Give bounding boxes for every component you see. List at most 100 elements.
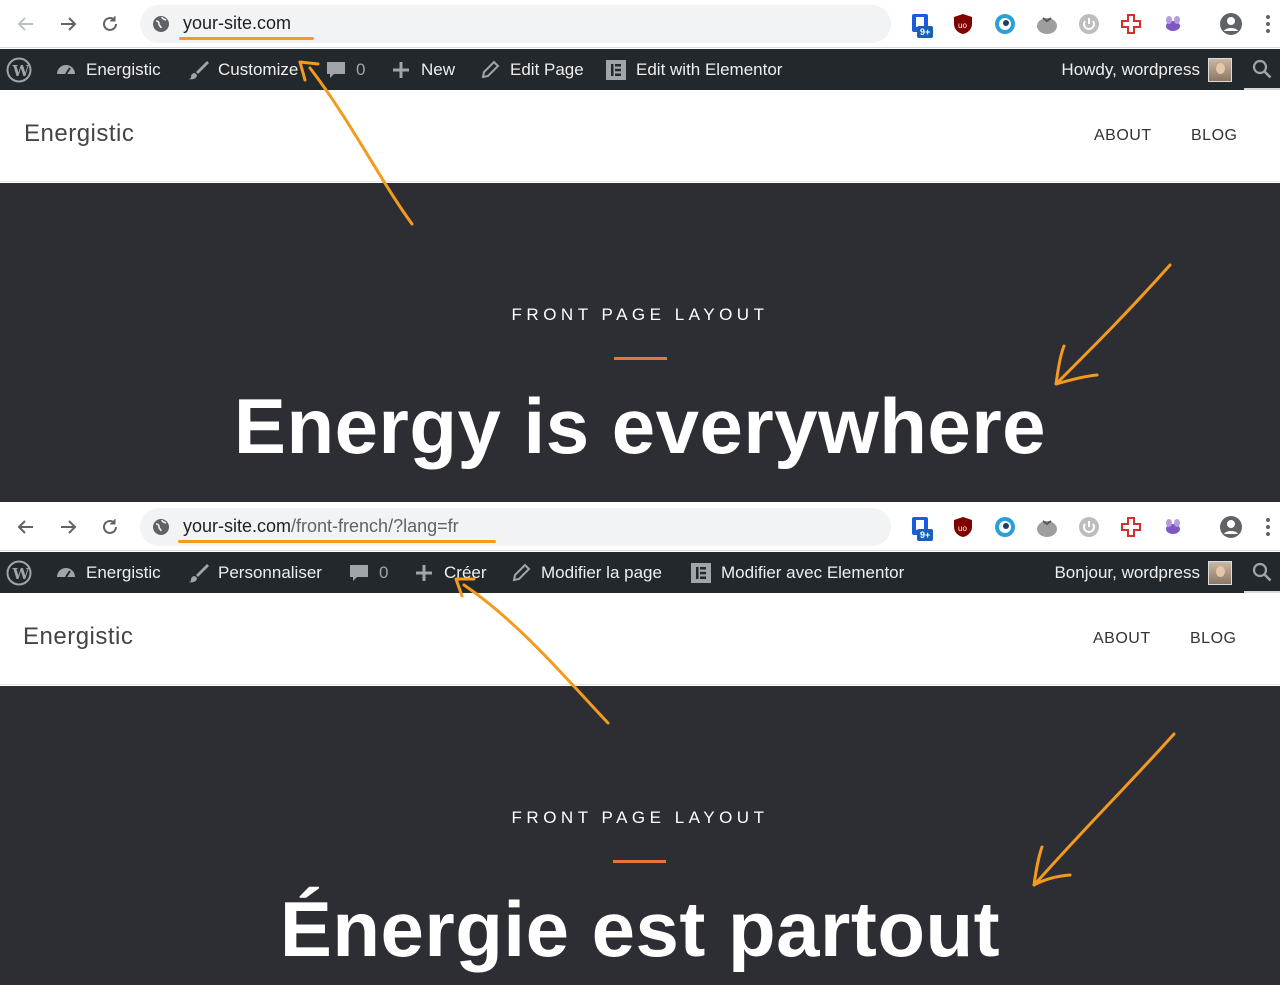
hero-section: FRONT PAGE LAYOUT Énergie est partout xyxy=(0,686,1280,985)
power-extension[interactable] xyxy=(1076,514,1102,540)
plus-cross-extension[interactable] xyxy=(1118,11,1144,37)
customize-link[interactable]: Personnaliser xyxy=(186,552,322,593)
svg-text:W: W xyxy=(12,62,31,80)
customize-link[interactable]: Customize xyxy=(186,49,298,90)
browser-toolbar: your-site.com/front-french/?lang=fr 9+ u… xyxy=(0,503,1280,551)
edit-page-link[interactable]: Edit Page xyxy=(478,49,584,90)
howdy-label: Bonjour, wordpress xyxy=(1054,562,1200,582)
comments-count: 0 xyxy=(379,562,389,582)
eye-icon xyxy=(995,517,1015,537)
comments-link[interactable]: 0 xyxy=(347,552,388,593)
brush-icon xyxy=(188,60,209,79)
eye-extension[interactable] xyxy=(992,11,1018,37)
elementor-label: Edit with Elementor xyxy=(636,59,783,79)
dashboard-icon xyxy=(57,64,75,75)
forward-button[interactable] xyxy=(56,515,80,539)
reload-button[interactable] xyxy=(98,12,122,36)
wp-admin-bar: W Energistic Customize 0 New Edit Page E… xyxy=(0,49,1280,90)
site-name-menu[interactable]: Energistic xyxy=(54,49,161,90)
back-button[interactable] xyxy=(14,515,38,539)
nav-about[interactable]: ABOUT xyxy=(1093,630,1151,648)
svg-text:W: W xyxy=(12,565,31,583)
plus-icon xyxy=(416,564,432,581)
nav-blog[interactable]: BLOG xyxy=(1191,127,1237,145)
plus-cross-extension[interactable] xyxy=(1118,514,1144,540)
power-extension[interactable] xyxy=(1076,11,1102,37)
nav-about[interactable]: ABOUT xyxy=(1094,127,1152,145)
edit-page-label: Edit Page xyxy=(510,59,584,79)
admin-search-button[interactable] xyxy=(1244,552,1280,593)
profile-icon xyxy=(1220,516,1242,538)
back-arrow-icon xyxy=(17,17,33,31)
power-icon xyxy=(1079,14,1099,34)
dashboard-icon xyxy=(57,567,75,578)
hero-headline: Énergie est partout xyxy=(279,885,1001,973)
url-text: your-site.com/front-french/?lang=fr xyxy=(183,516,459,537)
new-label: New xyxy=(421,59,456,79)
profile-button[interactable] xyxy=(1218,11,1244,37)
avatar xyxy=(1208,560,1232,585)
ublock-extension[interactable]: uo xyxy=(950,11,976,37)
bitwarden-extension[interactable]: 9+ xyxy=(908,11,934,38)
plus-cross-icon xyxy=(1121,517,1141,537)
tomato-icon xyxy=(1037,17,1057,34)
ublock-icon: uo xyxy=(954,517,972,537)
wordpress-logo-icon: W xyxy=(6,560,32,585)
avatar xyxy=(1208,57,1232,82)
site-name-label: Energistic xyxy=(86,59,161,79)
browser-menu-button[interactable] xyxy=(1262,11,1274,37)
edit-page-link[interactable]: Modifier la page xyxy=(509,552,662,593)
reload-icon xyxy=(103,519,117,534)
eye-extension[interactable] xyxy=(992,514,1018,540)
site-name-menu[interactable]: Energistic xyxy=(54,552,161,593)
nav-blog[interactable]: BLOG xyxy=(1190,630,1236,648)
hero-headline: Energy is everywhere xyxy=(233,382,1047,470)
site-title[interactable]: Energistic xyxy=(24,120,134,148)
wp-logo-menu[interactable]: W xyxy=(6,49,32,90)
bee-extension[interactable] xyxy=(1160,11,1186,37)
tomato-extension[interactable] xyxy=(1034,514,1060,540)
profile-button[interactable] xyxy=(1218,514,1244,540)
site-title[interactable]: Energistic xyxy=(23,623,133,651)
wp-logo-menu[interactable]: W xyxy=(6,552,32,593)
bee-extension[interactable] xyxy=(1160,514,1186,540)
comments-link[interactable]: 0 xyxy=(324,49,365,90)
svg-text:uo: uo xyxy=(958,21,967,30)
forward-arrow-icon xyxy=(61,520,77,534)
edit-with-elementor-link[interactable]: Edit with Elementor xyxy=(604,49,782,90)
globe-icon xyxy=(153,519,169,535)
new-content-menu[interactable]: Créer xyxy=(412,552,487,593)
forward-button[interactable] xyxy=(56,12,80,36)
plus-cross-icon xyxy=(1121,14,1141,34)
reload-button[interactable] xyxy=(98,515,122,539)
kebab-menu-icon xyxy=(1266,518,1270,536)
my-account-menu[interactable]: Bonjour, wordpress xyxy=(1054,552,1232,593)
site-header: Energistic ABOUT BLOG xyxy=(0,593,1280,685)
url-path: /front-french/?lang=fr xyxy=(291,516,459,536)
annotation-underline xyxy=(178,540,496,543)
my-account-menu[interactable]: Howdy, wordpress xyxy=(1061,49,1232,90)
browser-menu-button[interactable] xyxy=(1262,514,1274,540)
tomato-icon xyxy=(1037,520,1057,537)
site-name-label: Energistic xyxy=(86,562,161,582)
hero-accent-rule xyxy=(613,860,666,863)
customize-label: Personnaliser xyxy=(218,562,322,582)
url-host: your-site.com xyxy=(183,516,292,536)
pencil-icon xyxy=(481,60,500,78)
browser-toolbar: your-site.com 9+ uo xyxy=(0,0,1280,48)
profile-icon xyxy=(1220,13,1242,35)
new-content-menu[interactable]: New xyxy=(389,49,455,90)
site-header: Energistic ABOUT BLOG xyxy=(0,90,1280,182)
edit-with-elementor-link[interactable]: Modifier avec Elementor xyxy=(689,552,904,593)
globe-icon xyxy=(153,16,169,32)
ublock-extension[interactable]: uo xyxy=(950,514,976,540)
svg-text:uo: uo xyxy=(958,524,967,533)
admin-search-button[interactable] xyxy=(1244,49,1280,90)
back-button[interactable] xyxy=(14,12,38,36)
tomato-extension[interactable] xyxy=(1034,11,1060,37)
bitwarden-extension[interactable]: 9+ xyxy=(908,514,934,541)
reload-icon xyxy=(103,16,117,31)
extension-badge: 9+ xyxy=(917,26,934,38)
comment-icon xyxy=(350,564,368,581)
screenshot-panel-french: your-site.com/front-french/?lang=fr 9+ u… xyxy=(0,503,1280,985)
